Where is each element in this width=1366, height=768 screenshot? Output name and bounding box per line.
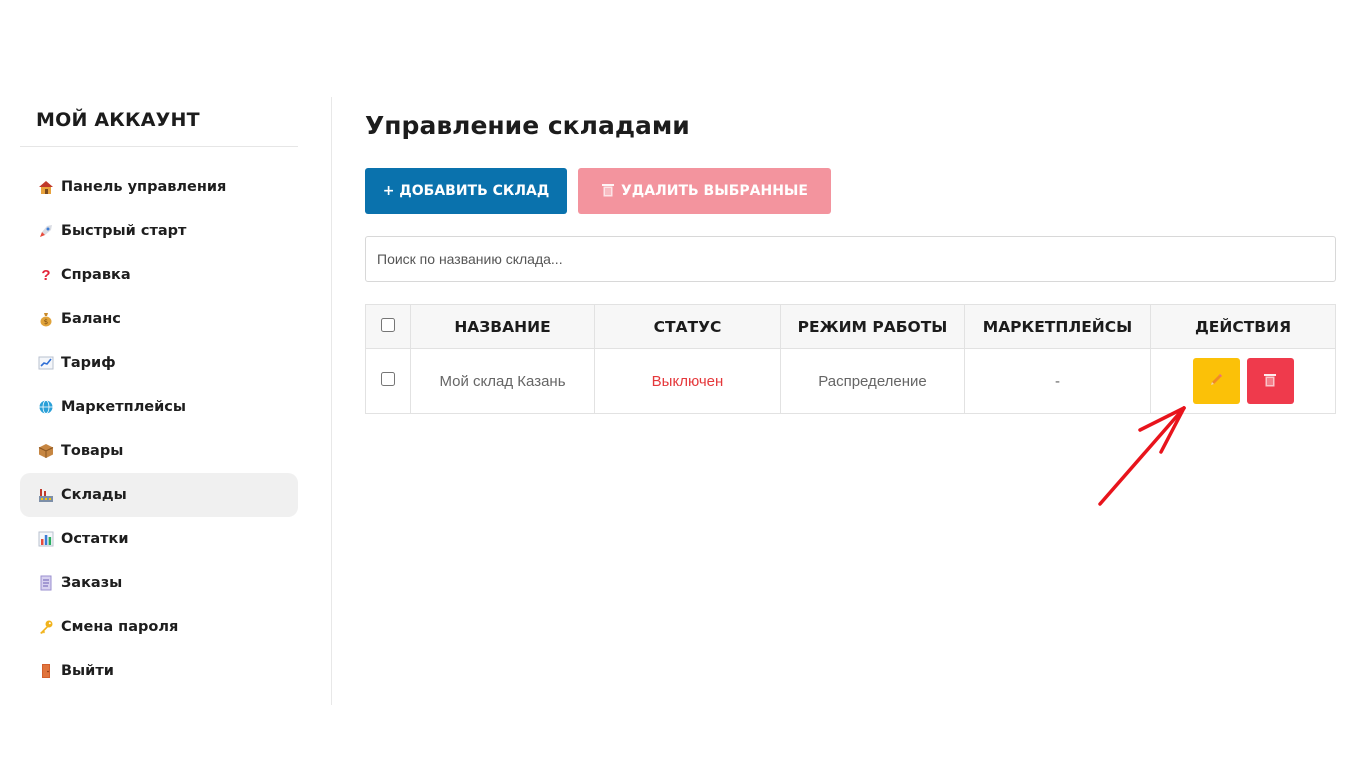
sidebar-item-change-password[interactable]: Смена пароля — [20, 605, 298, 649]
annotation-arrow — [1098, 406, 1186, 506]
page-title: Управление складами — [365, 111, 690, 140]
door-icon — [38, 663, 54, 679]
sidebar-item-label: Склады — [61, 487, 127, 503]
row-checkbox[interactable] — [381, 372, 395, 386]
sidebar-item-label: Баланс — [61, 311, 121, 327]
money-bag-icon: $ — [38, 311, 54, 327]
sidebar-item-quick-start[interactable]: Быстрый старт — [20, 209, 298, 253]
sidebar-item-label: Смена пароля — [61, 619, 179, 635]
column-header-status[interactable]: СТАТУС — [594, 304, 781, 349]
trash-icon — [1263, 372, 1277, 390]
sidebar-item-label: Панель управления — [61, 179, 227, 195]
delete-selected-button[interactable]: УДАЛИТЬ ВЫБРАННЫЕ — [578, 168, 831, 214]
svg-text:$: $ — [44, 318, 48, 326]
receipt-icon — [38, 575, 54, 591]
sidebar-item-products[interactable]: Товары — [20, 429, 298, 473]
sidebar-item-balance[interactable]: $ Баланс — [20, 297, 298, 341]
sidebar-item-label: Тариф — [61, 355, 116, 371]
row-actions — [1151, 358, 1335, 404]
select-all-cell — [365, 304, 411, 349]
sidebar-item-label: Товары — [61, 443, 124, 459]
column-header-actions: ДЕЙСТВИЯ — [1150, 304, 1336, 349]
bar-chart-icon — [38, 531, 54, 547]
sidebar-title: МОЙ АККАУНТ — [20, 97, 298, 147]
sidebar-item-marketplaces[interactable]: Маркетплейсы — [20, 385, 298, 429]
factory-icon — [38, 487, 54, 503]
globe-icon — [38, 399, 54, 415]
warehouses-table: НАЗВАНИЕ СТАТУС РЕЖИМ РАБОТЫ МАРКЕТПЛЕЙС… — [365, 304, 1336, 414]
sidebar-item-tariff[interactable]: Тариф — [20, 341, 298, 385]
work-mode: Распределение — [780, 348, 965, 414]
delete-selected-label: УДАЛИТЬ ВЫБРАННЫЕ — [621, 183, 808, 199]
sidebar-item-help[interactable]: ? Справка — [20, 253, 298, 297]
sidebar-menu: Панель управления Быстрый старт ? Справк… — [20, 165, 298, 693]
pencil-icon — [1208, 372, 1224, 391]
sidebar-item-orders[interactable]: Заказы — [20, 561, 298, 605]
rocket-icon — [38, 223, 54, 239]
chart-up-icon — [38, 355, 54, 371]
sidebar-item-label: Заказы — [61, 575, 123, 591]
add-warehouse-label: + ДОБАВИТЬ СКЛАД — [382, 183, 550, 199]
sidebar-item-dashboard[interactable]: Панель управления — [20, 165, 298, 209]
house-icon — [38, 179, 54, 195]
sidebar-item-warehouses[interactable]: Склады — [20, 473, 298, 517]
select-all-checkbox[interactable] — [381, 317, 395, 332]
key-icon — [38, 619, 54, 635]
table-header-row: НАЗВАНИЕ СТАТУС РЕЖИМ РАБОТЫ МАРКЕТПЛЕЙС… — [365, 304, 1336, 349]
trash-icon — [601, 182, 615, 201]
sidebar-item-label: Остатки — [61, 531, 129, 547]
sidebar: МОЙ АККАУНТ Панель управления Быстрый ст… — [20, 97, 298, 693]
sidebar-item-label: Быстрый старт — [61, 223, 187, 239]
main-content: Управление складами + ДОБАВИТЬ СКЛАД УДА… — [365, 97, 1336, 414]
warehouse-name: Мой склад Казань — [410, 348, 595, 414]
add-warehouse-button[interactable]: + ДОБАВИТЬ СКЛАД — [365, 168, 567, 214]
delete-button[interactable] — [1246, 358, 1294, 404]
status-badge: Выключен — [594, 348, 781, 414]
package-icon — [38, 443, 54, 459]
sidebar-item-label: Справка — [61, 267, 131, 283]
row-select-cell — [365, 348, 411, 414]
column-header-mode[interactable]: РЕЖИМ РАБОТЫ — [780, 304, 965, 349]
sidebar-divider — [331, 97, 332, 705]
column-header-name[interactable]: НАЗВАНИЕ — [410, 304, 595, 349]
sidebar-item-label: Выйти — [61, 663, 114, 679]
question-icon: ? — [41, 266, 51, 284]
search-input[interactable] — [365, 236, 1336, 282]
toolbar: + ДОБАВИТЬ СКЛАД УДАЛИТЬ ВЫБРАННЫЕ — [365, 168, 1336, 214]
edit-button[interactable] — [1192, 358, 1240, 404]
sidebar-item-logout[interactable]: Выйти — [20, 649, 298, 693]
sidebar-item-stock[interactable]: Остатки — [20, 517, 298, 561]
sidebar-item-label: Маркетплейсы — [61, 399, 187, 415]
column-header-marketplaces[interactable]: МАРКЕТПЛЕЙСЫ — [964, 304, 1151, 349]
